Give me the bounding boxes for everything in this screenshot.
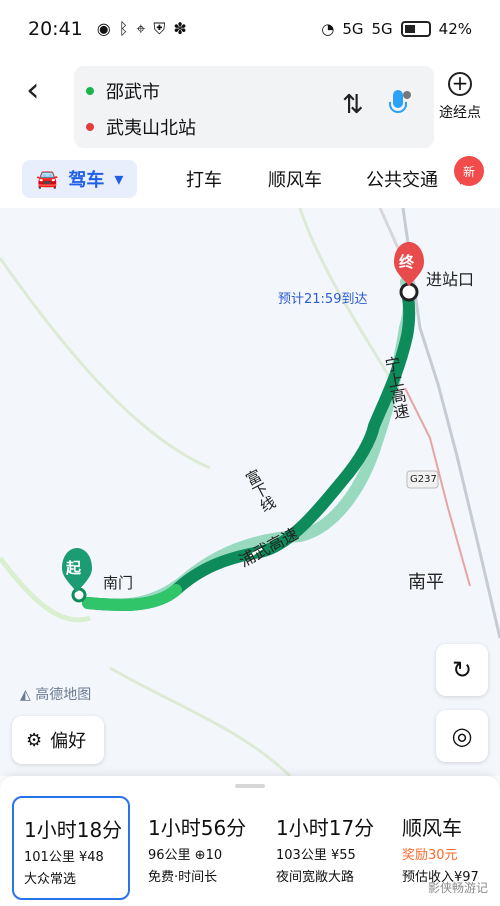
preference-label: 偏好 xyxy=(50,731,87,752)
route-options-panel: 1小时18分 101公里 ¥48 大众常选 1小时56分 96公里 ⊕10 免费… xyxy=(0,776,500,906)
tab-drive[interactable]: 🚘 驾车 ▾ xyxy=(22,160,138,198)
map-view[interactable]: 预计21:59到达 终 进站口 起 南门 宁上高速 浦武高速 富下线 南平 G2… xyxy=(0,208,500,776)
end-pin-text: 进站口 xyxy=(426,270,475,289)
end-row[interactable]: 武夷山北站 xyxy=(86,114,196,140)
refresh-button[interactable]: ↻ xyxy=(436,644,488,696)
drag-handle[interactable] xyxy=(235,784,265,788)
route-card-3-line1: 103公里 ¥55 xyxy=(276,848,356,863)
route-card-3-line2: 夜间宽敞大路 xyxy=(276,870,355,885)
location-icon: ⌖ xyxy=(136,19,146,38)
start-row[interactable]: 邵武市 xyxy=(86,78,160,104)
end-location: 武夷山北站 xyxy=(106,118,196,139)
new-badge: 新 xyxy=(454,156,484,186)
swap-button[interactable]: ⇅ xyxy=(342,90,364,120)
shield-icon: ⛨ xyxy=(153,19,166,38)
eta-label: 预计21:59到达 xyxy=(278,292,368,307)
route-header: ‹ 邵武市 武夷山北站 ⇅ + 途经点 xyxy=(0,58,500,154)
transport-tabs: 🚘 驾车 ▾ 打车 顺风车 公共交通 ▾ 新 xyxy=(0,154,500,206)
route-input-box: 邵武市 武夷山北站 ⇅ xyxy=(74,66,434,148)
sliders-icon: ⚙ xyxy=(26,729,43,751)
locate-button[interactable]: ◎ xyxy=(436,710,488,762)
wifi-icon: ◔ xyxy=(321,20,335,38)
add-waypoint-button[interactable]: + 途经点 xyxy=(428,72,492,122)
map-brand-text: 高德地图 xyxy=(35,687,92,703)
tab-drive-label: 驾车 xyxy=(68,170,105,191)
preference-button[interactable]: ⚙ 偏好 xyxy=(12,716,104,764)
road-code: G237 xyxy=(410,474,437,485)
route-card-2-time: 1小时56分 xyxy=(148,816,247,840)
status-time: 20:41 xyxy=(28,18,83,40)
plus-icon: + xyxy=(448,72,472,96)
tab-transit[interactable]: 公共交通 xyxy=(366,160,438,198)
tab-taxi[interactable]: 打车 xyxy=(186,160,222,198)
route-card-4-time: 顺风车 xyxy=(402,816,462,840)
mic-icon[interactable] xyxy=(386,88,414,122)
start-pin-label: 起 xyxy=(66,559,82,577)
add-waypoint-label: 途经点 xyxy=(439,105,481,121)
refresh-icon: ↻ xyxy=(451,656,473,684)
route-card-1-time: 1小时18分 xyxy=(24,818,123,842)
route-card-1-line1: 101公里 ¥48 xyxy=(24,850,104,865)
car-icon: 🚘 xyxy=(36,168,59,190)
route-card-3[interactable]: 1小时17分 103公里 ¥55 夜间宽敞大路 xyxy=(266,796,384,900)
start-dot xyxy=(86,87,94,95)
route-card-1-line2: 大众常选 xyxy=(24,872,77,887)
chevron-down-icon: ▾ xyxy=(114,168,124,190)
status-icons: ◉ ᛒ ⌖ ⛨ ✽ xyxy=(97,19,187,39)
battery-level: 42% xyxy=(438,20,472,38)
tab-carpool[interactable]: 顺风车 xyxy=(268,160,322,198)
status-bar: 20:41 ◉ ᛒ ⌖ ⛨ ✽ ◔ 5G 5G 42% xyxy=(0,0,500,58)
end-dot xyxy=(86,123,94,131)
battery-icon xyxy=(400,21,431,37)
watermark: 影侠畅游记 xyxy=(427,881,488,895)
route-card-2-line2: 免费·时间长 xyxy=(148,870,218,885)
route-card-3-time: 1小时17分 xyxy=(276,816,375,840)
route-card-4-line1: 奖励30元 xyxy=(402,848,458,863)
city-label: 南平 xyxy=(408,572,444,593)
route-card-1[interactable]: 1小时18分 101公里 ¥48 大众常选 xyxy=(12,796,130,900)
start-location: 邵武市 xyxy=(106,82,160,103)
target-icon: ◎ xyxy=(451,722,473,750)
bluetooth-icon: ᛒ xyxy=(118,19,129,38)
end-pin-label: 终 xyxy=(399,253,415,271)
signal-2: 5G xyxy=(371,20,393,38)
gaode-icon: ◭ xyxy=(20,687,31,703)
paw-icon: ✽ xyxy=(173,19,187,38)
back-button[interactable]: ‹ xyxy=(26,70,40,110)
route-card-2-line1: 96公里 ⊕10 xyxy=(148,848,223,863)
route-card-2[interactable]: 1小时56分 96公里 ⊕10 免费·时间长 xyxy=(138,796,256,900)
signal-1: 5G xyxy=(342,20,364,38)
start-pin-text: 南门 xyxy=(103,574,134,592)
map-brand: ◭ 高德地图 xyxy=(20,684,91,704)
eye-icon: ◉ xyxy=(96,19,111,38)
